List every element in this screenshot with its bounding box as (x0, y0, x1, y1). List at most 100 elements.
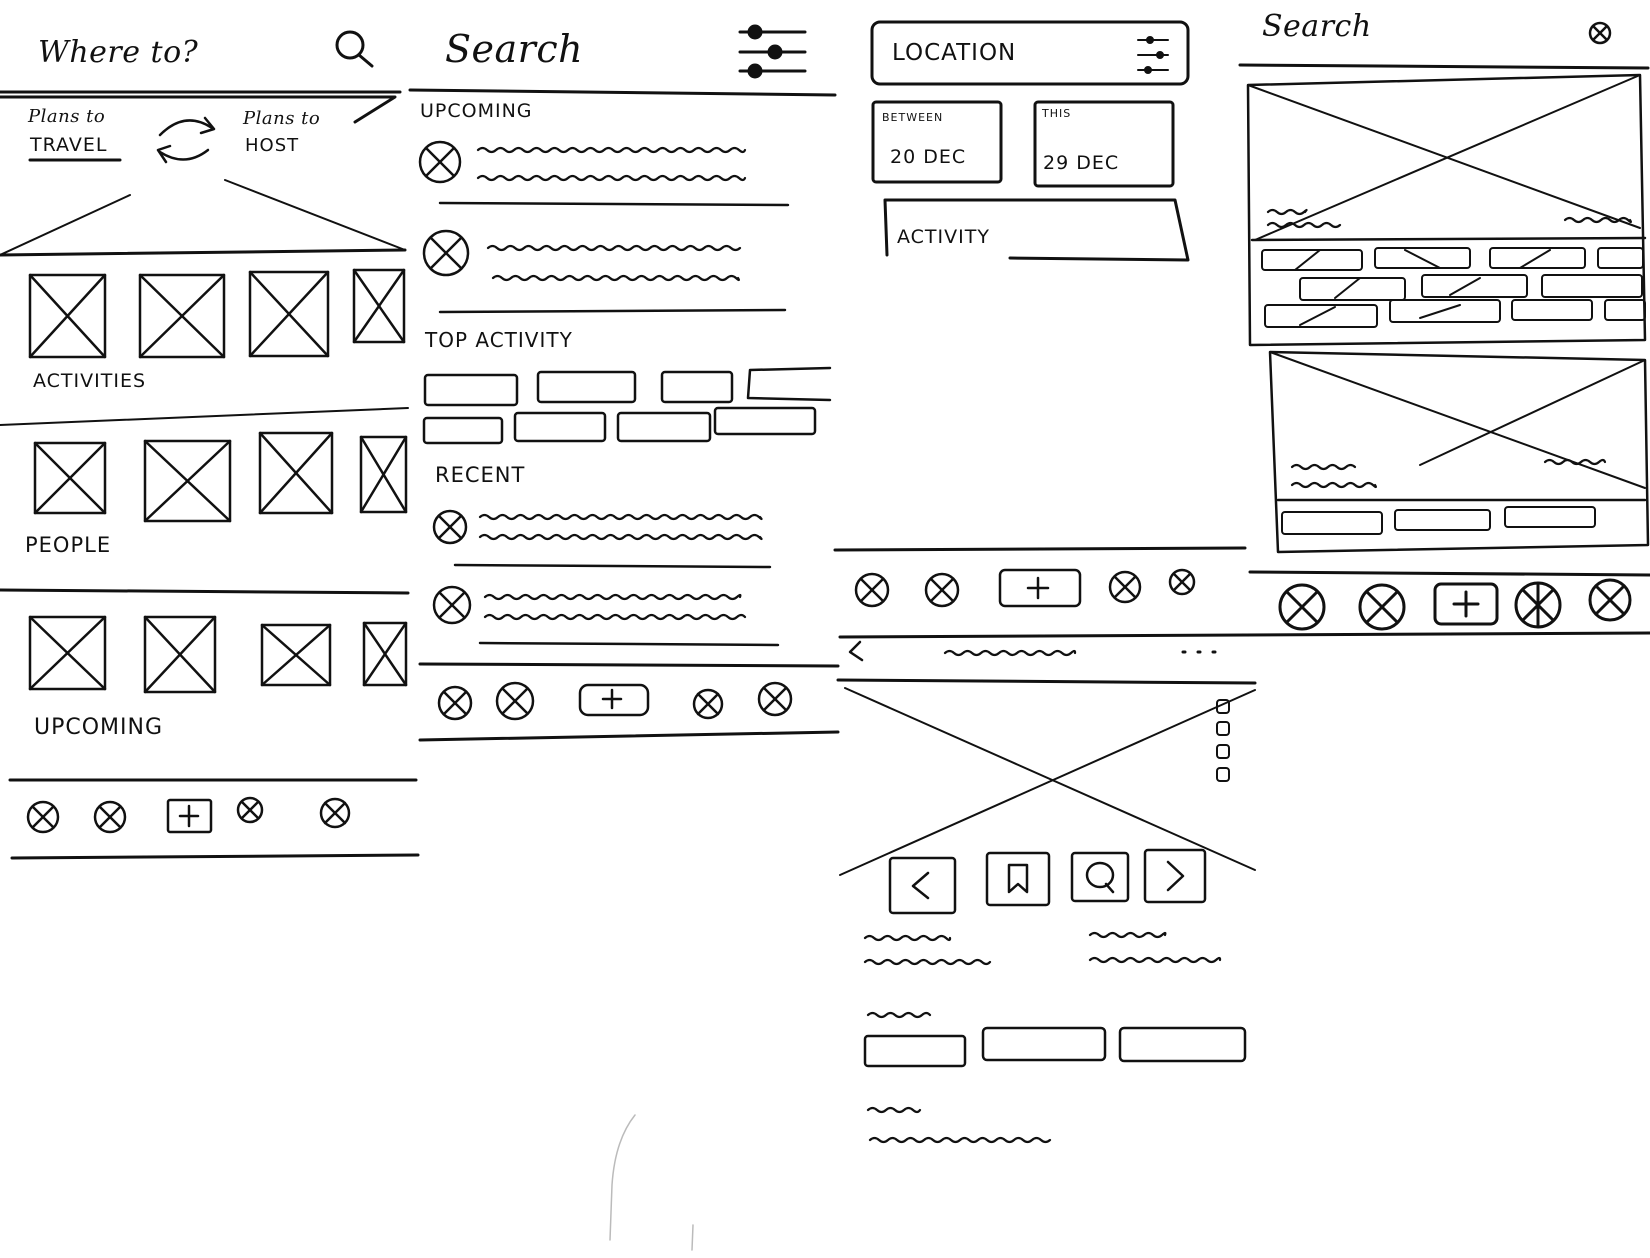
nav-icon[interactable] (854, 572, 890, 608)
toggle-left-label: Plans to (28, 106, 106, 127)
screen-results (838, 21, 1650, 639)
result-card[interactable] (1268, 350, 1650, 554)
bookmark-icon[interactable] (985, 851, 1051, 907)
result-card[interactable] (1246, 73, 1647, 347)
location-label: LOCATION (892, 40, 1017, 66)
toggle-right-label: Plans to (243, 108, 321, 129)
nav-divider (418, 662, 840, 668)
list-item[interactable] (432, 585, 747, 625)
text-placeholder (478, 533, 763, 541)
nav-icon[interactable] (26, 800, 60, 834)
text-placeholder (863, 958, 992, 966)
toggle-host-option[interactable]: HOST (245, 137, 299, 155)
detail-hero-image (839, 687, 1256, 876)
close-icon[interactable] (1588, 21, 1612, 45)
people-row (33, 431, 408, 523)
filter-sliders-icon[interactable] (738, 24, 807, 79)
activity-chip[interactable] (536, 370, 637, 404)
activity-chip[interactable] (660, 370, 734, 404)
section-title-recent: RECENT (435, 463, 526, 487)
nav-icon[interactable] (1278, 583, 1326, 631)
text-placeholder (483, 593, 742, 601)
swap-arrows-icon[interactable] (156, 116, 216, 164)
nav-icon[interactable] (757, 681, 793, 717)
section-title-activities: ACTIVITIES (33, 370, 147, 392)
section-divider (0, 588, 410, 595)
add-icon[interactable] (166, 798, 213, 834)
activities-row (28, 268, 406, 359)
item-avatar-icon (422, 229, 470, 277)
date-from-value: 20 DEC (890, 146, 967, 168)
bottom-nav (437, 681, 793, 721)
item-avatar-icon (418, 140, 462, 184)
item-avatar-icon (432, 585, 472, 625)
nav-icon[interactable] (495, 681, 535, 721)
detail-chips (863, 1026, 1247, 1068)
activity-chip[interactable] (616, 411, 712, 443)
text-placeholder (868, 1136, 1052, 1144)
filter-sliders-icon[interactable] (1137, 36, 1169, 74)
nav-icon[interactable] (236, 796, 264, 824)
nav-icon[interactable] (1514, 581, 1562, 629)
nav-icon[interactable] (1108, 570, 1142, 604)
add-icon[interactable] (1433, 582, 1499, 626)
nav-bottom-divider (10, 853, 420, 860)
upcoming-list (418, 140, 790, 314)
detail-chip[interactable] (1118, 1026, 1247, 1063)
header-divider (408, 88, 837, 97)
text-placeholder (478, 513, 763, 521)
text-placeholder (1266, 221, 1342, 229)
recent-list (432, 509, 780, 647)
previous-icon[interactable] (888, 856, 957, 915)
date-from-label: BETWEEN (882, 111, 944, 124)
detail-info (863, 931, 1222, 1019)
nav-icon[interactable] (1168, 568, 1196, 596)
list-item[interactable] (432, 509, 763, 545)
toggle-travel-option[interactable]: TRAVEL (30, 136, 107, 155)
date-to-label: THIS (1042, 107, 1072, 120)
search-icon[interactable] (335, 30, 374, 68)
nav-icon[interactable] (1358, 583, 1406, 631)
header-divider (836, 678, 1257, 685)
nav-icon[interactable] (1588, 578, 1632, 622)
wireframe-sketch (0, 20, 1650, 1251)
page-title: Search (445, 27, 584, 71)
nav-icon[interactable] (924, 572, 960, 608)
text-placeholder (483, 613, 747, 621)
section-title-people: PEOPLE (25, 533, 112, 557)
text-placeholder (866, 1106, 922, 1114)
date-to-value: 29 DEC (1043, 152, 1120, 174)
activity-chip[interactable] (746, 366, 832, 402)
activity-chip[interactable] (713, 406, 817, 436)
header-divider (1238, 63, 1650, 70)
detail-chip[interactable] (863, 1034, 967, 1068)
add-icon[interactable] (578, 683, 650, 717)
image-pagination-dots[interactable] (1216, 699, 1230, 782)
activity-chip[interactable] (422, 416, 504, 445)
add-icon[interactable] (998, 568, 1082, 608)
activity-chip[interactable] (423, 373, 519, 407)
next-icon[interactable] (1143, 848, 1207, 904)
item-avatar-icon (432, 509, 468, 545)
nav-icon[interactable] (437, 685, 473, 721)
action-row (888, 848, 1207, 915)
text-placeholder (476, 174, 747, 182)
activity-chip[interactable] (513, 411, 607, 443)
list-item[interactable] (422, 229, 742, 282)
screen-detail (836, 640, 1257, 1144)
screen-filter (833, 20, 1247, 608)
section-title-top-activity: TOP ACTIVITY (425, 328, 573, 352)
bottom-nav (1278, 578, 1632, 631)
nav-icon[interactable] (692, 688, 724, 720)
list-item[interactable] (418, 140, 747, 184)
back-icon[interactable] (848, 640, 864, 662)
comment-icon[interactable] (1070, 851, 1130, 903)
nav-bottom-divider (838, 631, 1650, 639)
section-title-upcoming: UPCOMING (34, 715, 164, 740)
nav-icon[interactable] (93, 800, 127, 834)
section-divider (0, 407, 409, 426)
detail-chip[interactable] (981, 1026, 1107, 1062)
nav-bottom-divider (418, 730, 840, 742)
bottom-nav (26, 796, 351, 834)
nav-icon[interactable] (319, 797, 351, 829)
